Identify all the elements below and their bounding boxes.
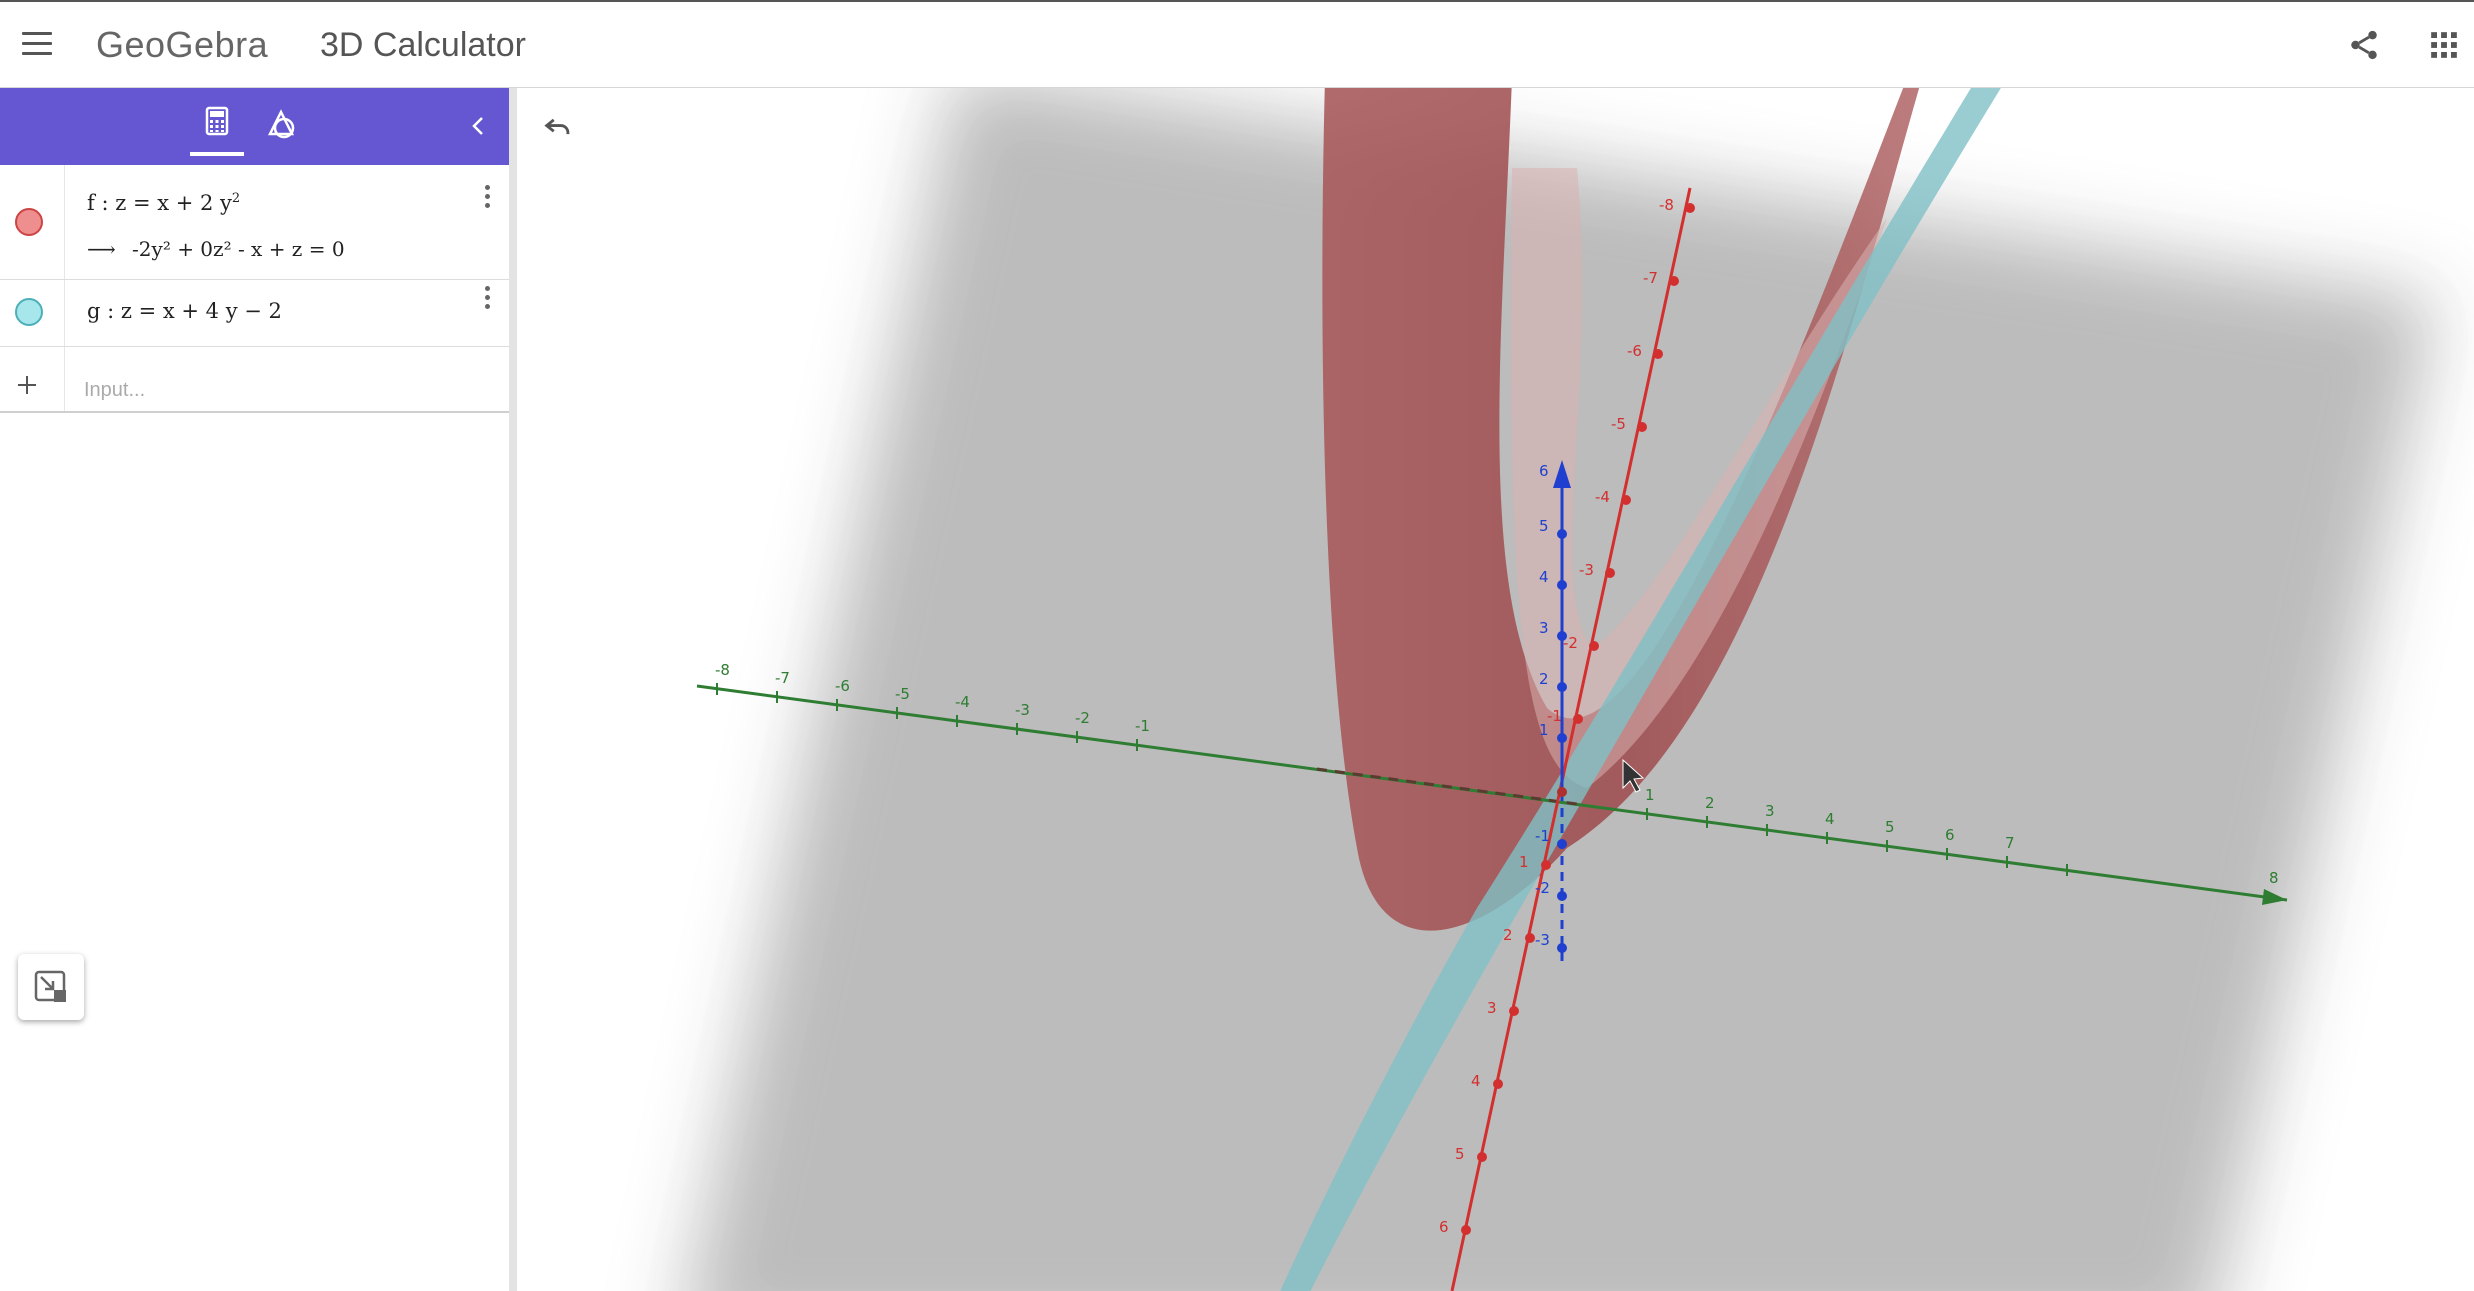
3d-scene: -8 -7 -6 -5 -4 -3 -2 -1 1 2 3 4 5 6 7 8 <box>689 88 2437 1291</box>
algebra-item-g[interactable]: g : z = x + 4 y − 2 <box>0 280 509 347</box>
z-tick-label: -3 <box>1535 931 1550 949</box>
z-tick-label: -1 <box>1535 827 1550 845</box>
x-tick-label: 7 <box>2005 834 2015 852</box>
y-tick-label: 3 <box>1487 999 1497 1017</box>
x-tick-label: -3 <box>1015 701 1030 719</box>
visibility-toggle-g[interactable] <box>15 298 43 326</box>
hamburger-menu-icon[interactable] <box>22 32 52 58</box>
y-tick-label: 2 <box>1503 926 1513 944</box>
z-tick-label: 3 <box>1539 619 1549 637</box>
algebra-item-f[interactable]: f : z = x + 2 y2 ⟶ -2y² + 0z² - x + z = … <box>0 165 509 280</box>
x-tick-label: -8 <box>715 661 730 679</box>
x-tick-label: -4 <box>955 693 970 711</box>
x-tick-label: -5 <box>895 685 910 703</box>
algebra-panel: f : z = x + 2 y2 ⟶ -2y² + 0z² - x + z = … <box>0 88 517 1291</box>
x-tick-label: 2 <box>1705 794 1715 812</box>
visibility-toggle-f[interactable] <box>15 208 43 236</box>
plus-icon[interactable] <box>15 373 39 397</box>
x-tick-label: 3 <box>1765 802 1775 820</box>
y-tick-label: -6 <box>1627 342 1642 360</box>
y-tick-label: -5 <box>1611 415 1626 433</box>
apps-grid-icon[interactable] <box>2430 31 2458 59</box>
chevron-left-icon[interactable] <box>466 110 490 142</box>
more-options-icon-f[interactable] <box>483 185 491 211</box>
y-tick-label: -3 <box>1579 561 1594 579</box>
x-tick-label: 8 <box>2269 869 2279 887</box>
y-tick-label: -7 <box>1643 269 1658 287</box>
algebra-input[interactable] <box>82 375 486 405</box>
x-tick-label: -7 <box>775 669 790 687</box>
y-tick-label: 4 <box>1471 1072 1481 1090</box>
style-bar-toggle-icon[interactable] <box>18 954 84 1020</box>
app-logo: GeoGebra <box>96 24 269 65</box>
x-tick-label: 5 <box>1885 818 1895 836</box>
output-f: ⟶ -2y² + 0z² - x + z = 0 <box>87 237 345 261</box>
graphics-3d-view[interactable]: -8 -7 -6 -5 -4 -3 -2 -1 1 2 3 4 5 6 7 8 <box>517 88 2474 1291</box>
panel-toolbar <box>0 88 509 165</box>
more-options-icon-g[interactable] <box>483 286 491 312</box>
z-tick-label: -2 <box>1535 879 1550 897</box>
x-tick-label: -6 <box>835 677 850 695</box>
y-tick-label: -8 <box>1659 196 1674 214</box>
x-tick-label: -2 <box>1075 709 1090 727</box>
definition-g[interactable]: g : z = x + 4 y − 2 <box>87 299 282 323</box>
algebra-input-row <box>0 347 509 413</box>
x-tick-label: 4 <box>1825 810 1835 828</box>
z-tick-label: 1 <box>1539 721 1549 739</box>
x-tick-label: -1 <box>1135 717 1150 735</box>
tools-icon[interactable] <box>262 104 300 144</box>
share-icon[interactable] <box>2347 28 2381 62</box>
app-title: 3D Calculator <box>320 26 526 64</box>
calculator-icon <box>205 106 229 136</box>
undo-icon[interactable] <box>541 110 575 144</box>
app-header: GeoGebra 3D Calculator <box>0 0 2474 88</box>
z-tick-label: 2 <box>1539 670 1549 688</box>
tab-algebra[interactable] <box>190 100 244 156</box>
z-tick-label: 4 <box>1539 568 1549 586</box>
y-tick-label: -4 <box>1595 488 1610 506</box>
y-tick-label: 6 <box>1439 1218 1449 1236</box>
x-tick-label: 1 <box>1645 786 1655 804</box>
y-tick-label: 5 <box>1455 1145 1465 1163</box>
origin-point <box>1557 787 1567 797</box>
y-tick-label: 1 <box>1519 853 1529 871</box>
z-tick-label: 5 <box>1539 517 1549 535</box>
y-tick-label: -1 <box>1547 707 1562 725</box>
definition-f[interactable]: f : z = x + 2 y2 <box>87 191 240 215</box>
x-tick-label: 6 <box>1945 826 1955 844</box>
z-tick-label: 6 <box>1539 462 1549 480</box>
